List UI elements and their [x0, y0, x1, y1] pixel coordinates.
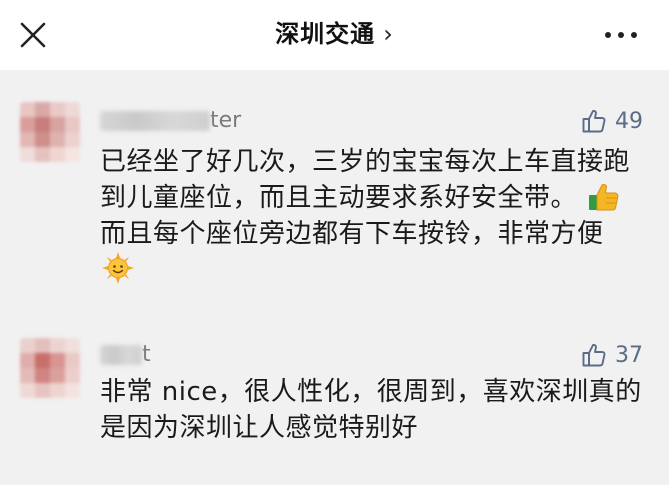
- page-title[interactable]: 深圳交通: [275, 20, 375, 48]
- comment-list: ter 49 已经坐了好几次，三岁的宝宝每次上车直接跑到儿童座位，而且主动要求系…: [0, 80, 669, 485]
- page-title-group[interactable]: 深圳交通 ›: [0, 14, 669, 49]
- comment-text: 非常 nice，很人性化，很周到，喜欢深圳真的是因为深圳让人感觉特别好: [100, 374, 645, 446]
- more-dots-icon[interactable]: [603, 26, 639, 44]
- username[interactable]: ter: [100, 108, 241, 133]
- chevron-right-icon[interactable]: ›: [383, 20, 394, 48]
- sun-emoji: [102, 252, 134, 284]
- like-button[interactable]: 49: [581, 108, 643, 134]
- comment-text-part: 非常 nice，很人性化，很周到，喜欢深圳真的是因为深圳让人感觉特别好: [100, 377, 642, 443]
- username-visible-part: ter: [210, 108, 242, 133]
- avatar[interactable]: [20, 102, 80, 162]
- like-count: 37: [615, 342, 643, 368]
- comment-text-part: 而且每个座位旁边都有下车按铃，非常方便: [100, 219, 604, 249]
- blurred-username-part: [100, 345, 142, 365]
- like-count: 49: [615, 108, 643, 134]
- comment-text: 已经坐了好几次，三岁的宝宝每次上车直接跑到儿童座位，而且主动要求系好安全带。 而…: [100, 144, 645, 288]
- thumbs-up-icon: [582, 109, 606, 133]
- avatar[interactable]: [20, 338, 80, 398]
- username[interactable]: t: [100, 342, 151, 367]
- thumbs-up-icon: [582, 343, 606, 367]
- like-button[interactable]: 37: [581, 342, 643, 368]
- username-visible-part: t: [142, 342, 151, 367]
- comment-text-part: 已经坐了好几次，三岁的宝宝每次上车直接跑到儿童座位，而且主动要求系好安全带。: [100, 147, 631, 213]
- top-bar: 深圳交通 ›: [0, 0, 669, 70]
- blurred-username-part: [100, 111, 210, 131]
- thumbs-up-emoji: [588, 184, 619, 211]
